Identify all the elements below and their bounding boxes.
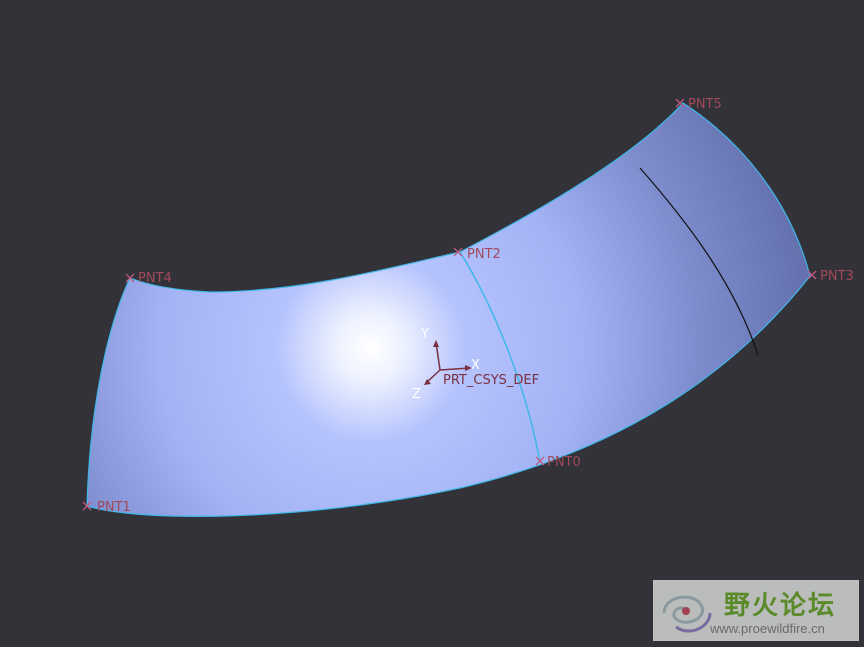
csys-axis-z-label: Z <box>412 387 421 402</box>
datum-point-label: PNT3 <box>820 269 854 284</box>
datum-point-label: PNT5 <box>688 97 722 112</box>
forum-watermark: 野火论坛 www.proewildfire.cn <box>653 580 859 641</box>
csys-axis-y-label: Y <box>420 327 429 342</box>
datum-point-label: PNT4 <box>138 271 172 286</box>
datum-point-label: PNT1 <box>97 500 131 515</box>
3d-viewport[interactable]: PNT0 PNT1 PNT2 PNT3 PNT4 PNT5 Y X Z PRT_… <box>0 0 864 647</box>
model-canvas[interactable]: PNT0 PNT1 PNT2 PNT3 PNT4 PNT5 Y X Z PRT_… <box>0 0 864 647</box>
watermark-title: 野火论坛 <box>724 591 837 621</box>
bent-surface[interactable] <box>86 102 811 517</box>
swirl-logo-icon <box>662 595 712 633</box>
datum-point-label: PNT2 <box>467 247 501 262</box>
csys-name-label: PRT_CSYS_DEF <box>443 373 539 388</box>
watermark-url: www.proewildfire.cn <box>710 621 825 636</box>
datum-point-pnt3[interactable]: PNT3 <box>807 269 854 284</box>
csys-axis-x-label: X <box>471 358 480 373</box>
datum-point-label: PNT0 <box>547 455 581 470</box>
